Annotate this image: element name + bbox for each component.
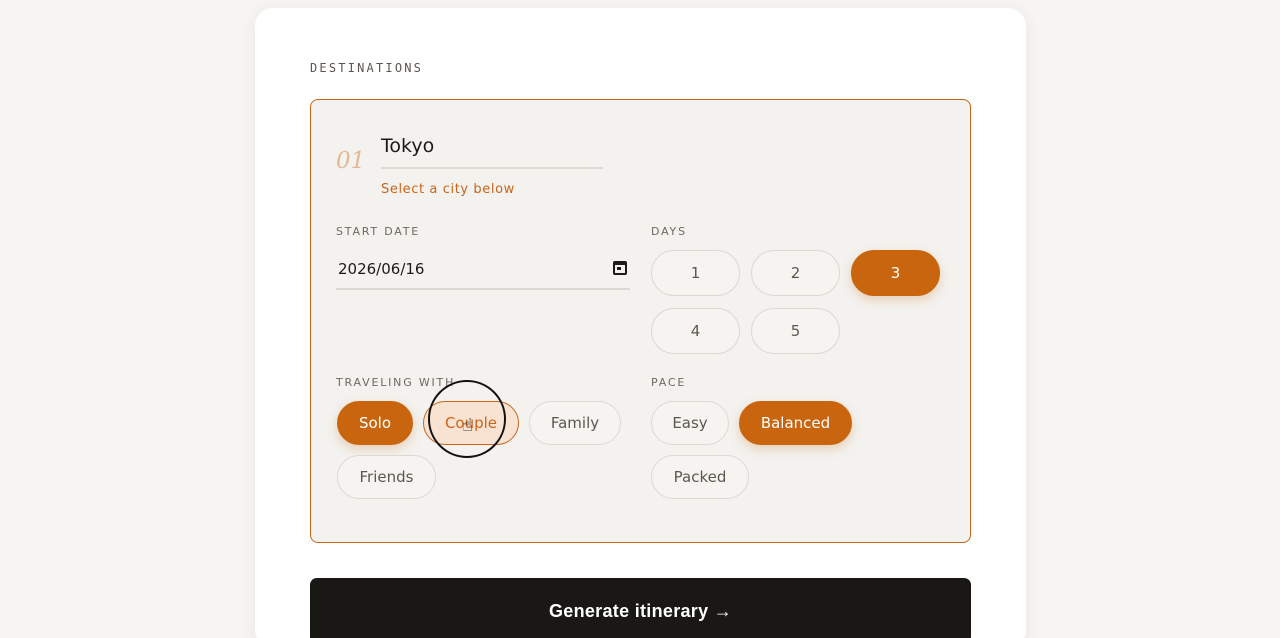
traveling-option-friends[interactable]: Friends [337,455,436,499]
generate-itinerary-button[interactable]: Generate itinerary → [310,578,971,638]
start-date-value: 2026/06/16 [338,260,425,278]
pace-option-balanced[interactable]: Balanced [739,401,852,445]
start-date-input[interactable]: 2026/06/16 [336,256,630,290]
destination-number: 01 [336,148,366,174]
days-label: DAYS [651,225,687,238]
section-title: DESTINATIONS [310,61,424,75]
city-hint: Select a city below [381,182,515,197]
calendar-icon[interactable] [613,261,627,275]
traveling-option-couple[interactable]: Couple [423,401,519,445]
day-option-4[interactable]: 4 [651,308,740,354]
day-option-5[interactable]: 5 [751,308,840,354]
traveling-option-solo[interactable]: Solo [337,401,413,445]
day-option-3[interactable]: 3 [851,250,940,296]
day-option-2[interactable]: 2 [751,250,840,296]
traveling-option-family[interactable]: Family [529,401,621,445]
pace-option-easy[interactable]: Easy [651,401,729,445]
start-date-label: START DATE [336,225,421,238]
pace-label: PACE [651,376,687,389]
traveling-with-label: TRAVELING WITH [336,376,456,389]
pace-option-packed[interactable]: Packed [651,455,749,499]
day-option-1[interactable]: 1 [651,250,740,296]
city-input[interactable]: Tokyo [381,134,603,169]
